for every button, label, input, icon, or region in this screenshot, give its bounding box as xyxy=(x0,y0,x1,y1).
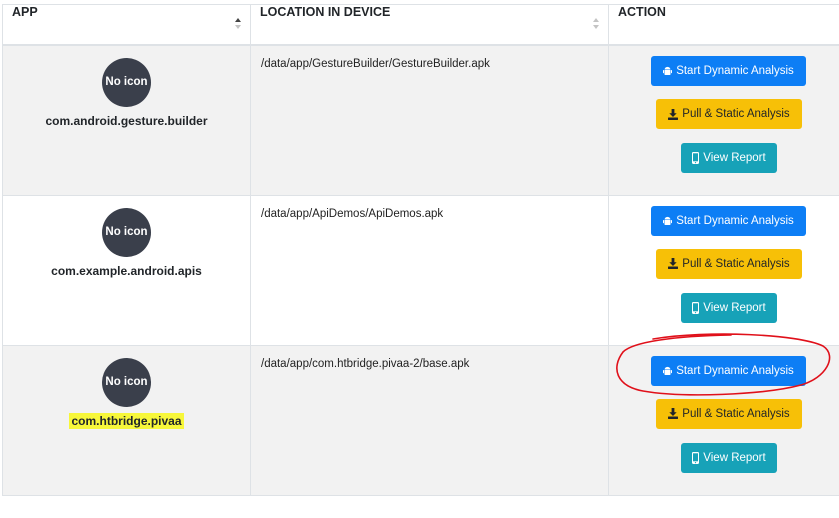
column-header-location[interactable]: LOCATION IN DEVICE xyxy=(250,4,609,46)
app-cell: No icon com.example.android.apis xyxy=(2,194,251,346)
table-row: No icon com.android.gesture.builder /dat… xyxy=(2,44,839,196)
start-dynamic-analysis-label: Start Dynamic Analysis xyxy=(676,364,794,377)
view-report-button[interactable]: View Report xyxy=(681,292,777,323)
view-report-button[interactable]: View Report xyxy=(681,143,777,173)
no-icon-placeholder: No icon xyxy=(102,357,151,407)
pull-static-analysis-button[interactable]: Pull & Static Analysis xyxy=(656,99,802,129)
pull-static-analysis-label: Pull & Static Analysis xyxy=(682,407,790,420)
package-name: com.example.android.apis xyxy=(51,263,202,278)
view-report-label: View Report xyxy=(703,152,766,164)
no-icon-placeholder: No icon xyxy=(102,58,151,107)
start-dynamic-analysis-label: Start Dynamic Analysis xyxy=(676,65,794,77)
pull-static-analysis-button[interactable]: Pull & Static Analysis xyxy=(656,398,802,429)
pull-static-analysis-label: Pull & Static Analysis xyxy=(682,108,790,120)
action-cell: Start Dynamic Analysis Pull & Static Ana… xyxy=(608,194,839,346)
start-dynamic-analysis-button[interactable]: Start Dynamic Analysis xyxy=(651,205,806,236)
android-icon xyxy=(663,216,673,226)
download-icon xyxy=(668,108,679,120)
view-report-label: View Report xyxy=(703,451,766,464)
pull-static-analysis-label: Pull & Static Analysis xyxy=(682,257,790,270)
table-row: No icon com.htbridge.pivaa /data/app/com… xyxy=(2,344,839,496)
mobile-icon xyxy=(692,451,700,464)
location-cell: /data/app/com.htbridge.pivaa-2/base.apk xyxy=(250,344,609,496)
start-dynamic-analysis-button[interactable]: Start Dynamic Analysis xyxy=(651,355,806,386)
column-header-action-label: ACTION xyxy=(618,5,666,19)
view-report-label: View Report xyxy=(703,301,766,314)
sort-both-icon xyxy=(593,18,599,30)
pull-static-analysis-button[interactable]: Pull & Static Analysis xyxy=(656,248,802,279)
apk-path: /data/app/com.htbridge.pivaa-2/base.apk xyxy=(261,357,470,370)
no-icon-placeholder: No icon xyxy=(102,207,151,257)
app-cell: No icon com.android.gesture.builder xyxy=(2,44,251,196)
column-header-location-label: LOCATION IN DEVICE xyxy=(260,5,391,19)
start-dynamic-analysis-button[interactable]: Start Dynamic Analysis xyxy=(651,56,806,86)
apps-table: APP LOCATION IN DEVICE ACTION No icon co… xyxy=(2,4,839,496)
location-cell: /data/app/GestureBuilder/GestureBuilder.… xyxy=(250,44,609,196)
download-icon xyxy=(668,258,679,269)
mobile-icon xyxy=(692,301,700,314)
action-cell: Start Dynamic Analysis Pull & Static Ana… xyxy=(608,344,839,496)
table-header-row: APP LOCATION IN DEVICE ACTION xyxy=(2,4,839,46)
sort-asc-icon xyxy=(235,18,241,30)
column-header-app[interactable]: APP xyxy=(2,4,251,46)
package-name-highlighted: com.htbridge.pivaa xyxy=(69,412,184,429)
mobile-icon xyxy=(692,152,700,164)
app-cell: No icon com.htbridge.pivaa xyxy=(2,344,251,496)
table-row: No icon com.example.android.apis /data/a… xyxy=(2,194,839,346)
android-icon xyxy=(663,366,673,376)
view-report-button[interactable]: View Report xyxy=(681,442,777,473)
column-header-action: ACTION xyxy=(608,4,839,46)
download-icon xyxy=(668,408,679,419)
action-cell: Start Dynamic Analysis Pull & Static Ana… xyxy=(608,44,839,196)
android-icon xyxy=(663,66,673,76)
start-dynamic-analysis-label: Start Dynamic Analysis xyxy=(676,214,794,227)
column-header-app-label: APP xyxy=(12,5,38,19)
apk-path: /data/app/ApiDemos/ApiDemos.apk xyxy=(261,207,444,220)
package-name: com.android.gesture.builder xyxy=(45,114,208,128)
apk-path: /data/app/GestureBuilder/GestureBuilder.… xyxy=(261,58,490,70)
location-cell: /data/app/ApiDemos/ApiDemos.apk xyxy=(250,194,609,346)
